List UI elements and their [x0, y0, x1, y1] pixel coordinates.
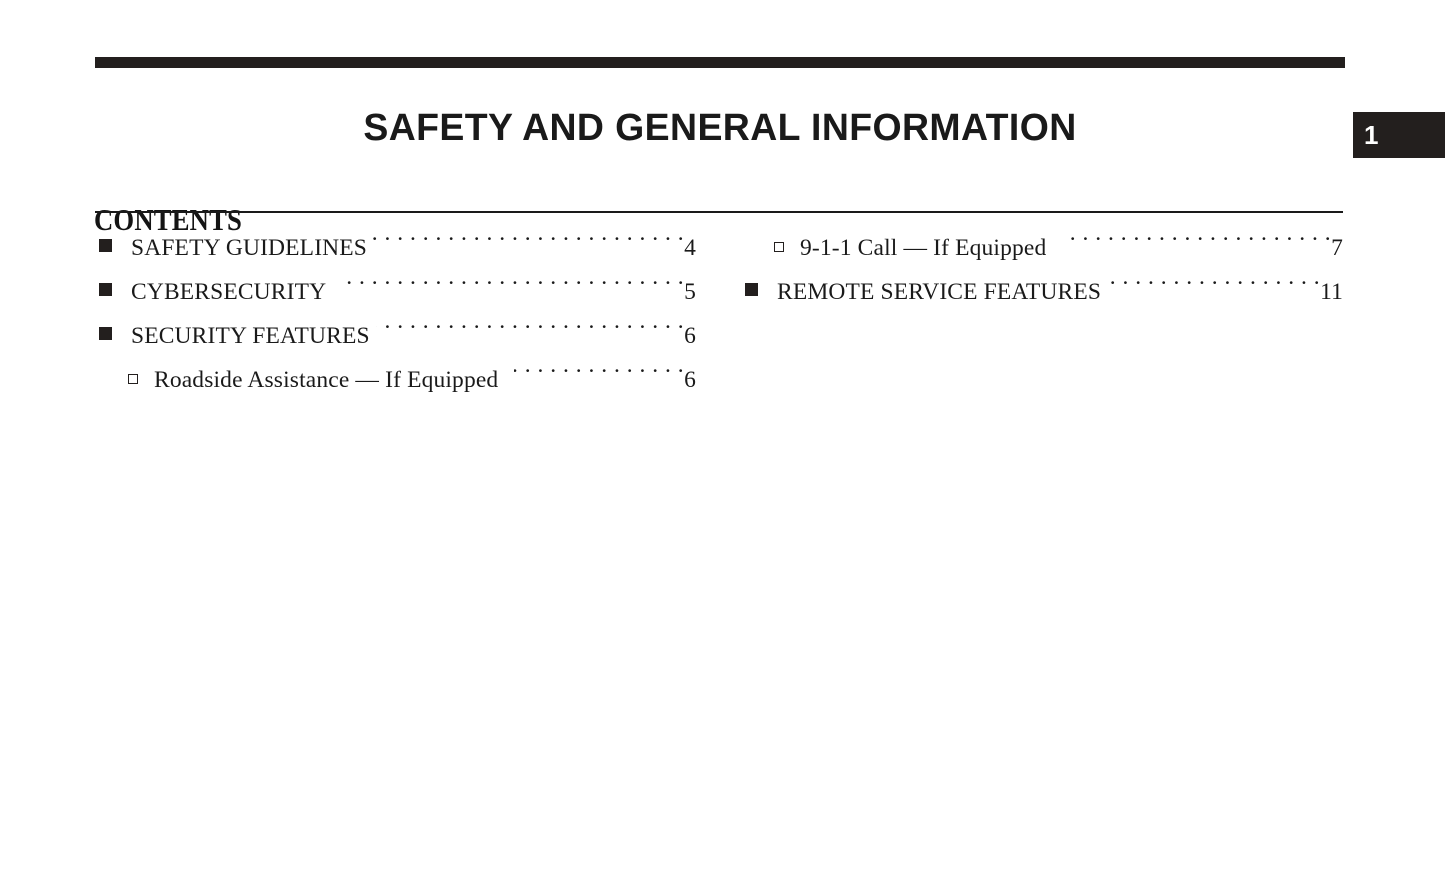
toc-entry-label: REMOTE SERVICE FEATURES — [777, 279, 1102, 305]
toc-page-number: 4 — [684, 235, 696, 261]
filled-square-icon — [99, 239, 112, 252]
toc-entry-label: Roadside Assistance — If Equipped — [154, 367, 499, 393]
table-of-contents: SAFETY GUIDELINES 4 CYBERSECURITY 5 SECU… — [0, 226, 1445, 426]
dot-leader — [342, 276, 684, 300]
toc-entry-label: SAFETY GUIDELINES — [131, 235, 368, 261]
filled-square-icon — [99, 283, 112, 296]
dot-leader — [1107, 276, 1320, 300]
toc-entry[interactable]: REMOTE SERVICE FEATURES 11 — [741, 270, 1343, 314]
toc-page-number: 11 — [1320, 279, 1343, 305]
header-rule — [95, 57, 1345, 68]
dot-leader — [514, 364, 684, 388]
toc-entry[interactable]: CYBERSECURITY 5 — [95, 270, 696, 314]
hollow-square-icon — [128, 374, 138, 384]
toc-sub-entry[interactable]: Roadside Assistance — If Equipped 6 — [95, 358, 696, 402]
toc-right-column: 9-1-1 Call — If Equipped 7 REMOTE SERVIC… — [741, 226, 1343, 314]
toc-page-number: 7 — [1331, 235, 1343, 261]
filled-square-icon — [99, 327, 112, 340]
page-title: SAFETY AND GENERAL INFORMATION — [363, 107, 1077, 150]
toc-sub-entry[interactable]: 9-1-1 Call — If Equipped 7 — [741, 226, 1343, 270]
toc-entry-label: CYBERSECURITY — [131, 279, 327, 305]
dot-leader — [1062, 232, 1331, 256]
toc-page-number: 5 — [684, 279, 696, 305]
dot-leader — [373, 232, 684, 256]
toc-entry[interactable]: SECURITY FEATURES 6 — [95, 314, 696, 358]
dot-leader — [376, 320, 684, 344]
contents-divider — [95, 211, 1343, 213]
hollow-square-icon — [774, 242, 784, 252]
toc-left-column: SAFETY GUIDELINES 4 CYBERSECURITY 5 SECU… — [95, 226, 696, 402]
toc-entry-label: 9-1-1 Call — If Equipped — [800, 235, 1047, 261]
filled-square-icon — [745, 283, 758, 296]
toc-entry[interactable]: SAFETY GUIDELINES 4 — [95, 226, 696, 270]
toc-entry-label: SECURITY FEATURES — [131, 323, 370, 349]
toc-page-number: 6 — [684, 367, 696, 393]
toc-page-number: 6 — [684, 323, 696, 349]
